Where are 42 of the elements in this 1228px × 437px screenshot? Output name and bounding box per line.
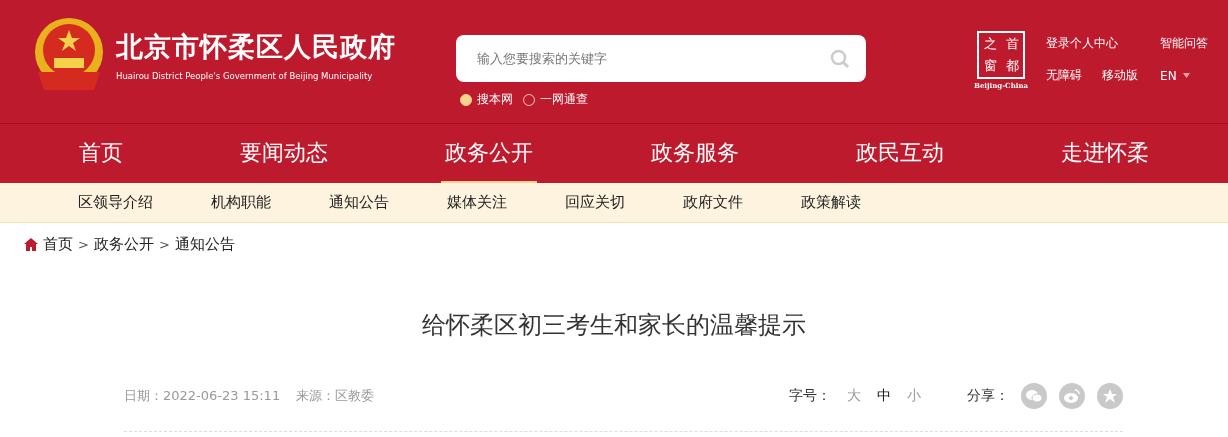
nav-tab[interactable]: 首页 [74, 124, 127, 183]
subnav-link[interactable]: 通知公告 [329, 193, 389, 212]
capital-window-logo: 之 首 窗 都 [977, 31, 1026, 79]
share-button[interactable] [1059, 383, 1085, 409]
font-size-option[interactable]: 中 [877, 387, 891, 405]
chat-bubbles-icon [1026, 389, 1042, 403]
header-link[interactable]: 无障碍 [1046, 67, 1103, 84]
home-icon [24, 238, 38, 251]
star-icon [1102, 388, 1118, 404]
breadcrumb-separator: > [158, 237, 170, 252]
search-scope-option[interactable]: 一网通查 [523, 91, 588, 108]
breadcrumb-link[interactable]: 通知公告 [174, 235, 235, 254]
nav-tab[interactable]: 走进怀柔 [1057, 124, 1154, 183]
breadcrumb-separator: > [78, 237, 89, 252]
header-link[interactable]: EN [1160, 67, 1215, 84]
breadcrumb-link[interactable]: 首页 [43, 235, 73, 254]
search-field[interactable]: 输入您要搜索的关键字 [456, 35, 866, 82]
search-icon[interactable] [830, 48, 850, 69]
header-link[interactable]: 登录个人中心 [1046, 35, 1161, 52]
share-button[interactable] [1021, 383, 1047, 409]
font-size-label: 字号： [789, 387, 831, 405]
nav-tab[interactable]: 政民互动 [851, 124, 948, 183]
nav-tab[interactable]: 要闻动态 [236, 124, 332, 183]
eye-icon [1064, 389, 1080, 403]
subnav-link[interactable]: 政策解读 [801, 193, 861, 212]
article-source: 来源：区教委 [296, 387, 375, 405]
publish-date: 日期：2022-06-23 15:11 [124, 387, 281, 405]
subnav-link[interactable]: 回应关切 [565, 193, 625, 212]
search-scope-option[interactable]: 搜本网 [460, 91, 513, 108]
site-title: 北京市怀柔区人民政府 [116, 30, 396, 64]
share-label: 分享： [967, 387, 1009, 405]
header-link[interactable]: 移动版 [1102, 67, 1161, 84]
site-subtitle: Huairou District People's Government of Beijing Municipality [116, 71, 374, 81]
nav-tab[interactable]: 政务服务 [646, 124, 743, 183]
subnav-link[interactable]: 媒体关注 [447, 193, 507, 212]
share-button[interactable] [1097, 383, 1123, 409]
article-title: 给怀柔区初三考生和家长的温馨提示 [421, 310, 807, 341]
subnav-link[interactable]: 区领导介绍 [78, 193, 153, 212]
header-link[interactable]: 智能问答 [1160, 35, 1215, 52]
subnav-link[interactable]: 机构职能 [211, 193, 271, 212]
subnav-link[interactable]: 政府文件 [683, 193, 743, 212]
breadcrumb-link[interactable]: 政务公开 [93, 235, 154, 254]
